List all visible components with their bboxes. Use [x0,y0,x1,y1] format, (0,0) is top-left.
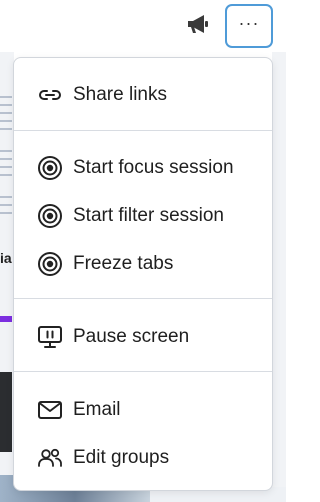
background-text-line [0,212,12,214]
users-icon [37,445,63,471]
background-text-line [0,174,12,176]
menu-item-share-links[interactable]: Share links [14,77,272,113]
background-text-line [0,104,12,106]
target-icon [37,203,63,229]
menu-item-label: Share links [73,84,167,105]
announcement-button[interactable] [184,10,212,38]
monitor-pause-icon [37,324,63,350]
menu-item-edit-groups[interactable]: Edit groups [14,440,272,476]
background-text-line [0,96,12,98]
menu-item-label: Email [73,399,121,420]
background-text-line [0,150,12,152]
menu-divider [14,298,272,299]
target-icon [37,251,63,277]
menu-item-freeze-tabs[interactable]: Freeze tabs [14,246,272,282]
background-text-line [0,166,12,168]
link-icon [37,82,63,108]
background-text-line [0,120,12,122]
background-text-line [0,204,12,206]
background-heading-fragment: ia [0,250,12,266]
menu-divider [14,371,272,372]
background-text-line [0,196,12,198]
background-text-line [0,112,12,114]
megaphone-icon [188,15,208,33]
target-icon [37,155,63,181]
menu-item-email[interactable]: Email [14,392,272,428]
background-text-line [0,128,12,130]
menu-item-start-filter-session[interactable]: Start filter session [14,198,272,234]
menu-divider [14,130,272,131]
options-menu: Share links Start focus session Start fi… [13,57,273,491]
more-options-button[interactable]: ··· [225,4,273,48]
more-horizontal-icon: ··· [238,13,260,33]
page-background-right [272,52,286,502]
background-text-line [0,158,12,160]
menu-item-label: Freeze tabs [73,253,174,274]
background-dark-image [0,372,12,452]
menu-item-label: Start focus session [73,157,234,178]
background-purple-bar [0,316,12,322]
menu-item-pause-screen[interactable]: Pause screen [14,319,272,355]
menu-item-start-focus-session[interactable]: Start focus session [14,150,272,186]
menu-item-label: Edit groups [73,447,170,468]
mail-icon [37,397,63,423]
menu-item-label: Pause screen [73,326,190,347]
menu-item-label: Start filter session [73,205,224,226]
